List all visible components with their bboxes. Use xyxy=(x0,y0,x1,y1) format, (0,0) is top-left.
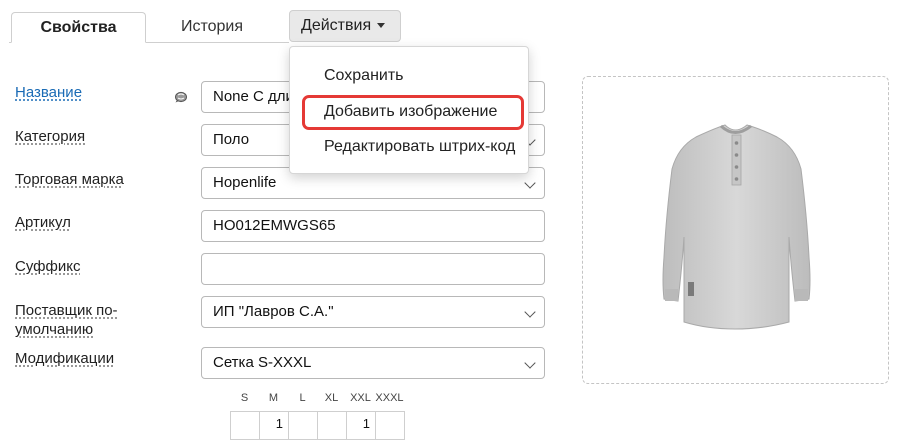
supplier-label: Поставщик по- умолчанию xyxy=(15,301,118,339)
size-qty-m[interactable]: 1 xyxy=(259,411,289,440)
suffix-input[interactable] xyxy=(201,253,545,285)
brand-value: Hopenlife xyxy=(213,174,277,191)
size-header-l: L xyxy=(299,392,306,404)
supplier-label-line1: Поставщик по- xyxy=(15,302,118,319)
tab-bar: Свойства История Действия xyxy=(0,0,899,46)
chevron-down-icon xyxy=(524,177,536,189)
size-header-xxl: XXL xyxy=(350,392,371,404)
suffix-label: Суффикс xyxy=(15,258,81,275)
supplier-value: ИП "Лавров С.А." xyxy=(213,303,334,320)
category-label: Категория xyxy=(15,128,86,145)
tab-properties[interactable]: Свойства xyxy=(11,12,146,43)
modifications-value: Сетка S-XXXL xyxy=(213,354,312,371)
product-image-box[interactable] xyxy=(582,76,889,384)
chevron-down-icon xyxy=(524,306,536,318)
sku-label: Артикул xyxy=(15,214,71,231)
supplier-label-line2: умолчанию xyxy=(15,321,94,338)
size-header-m: M xyxy=(268,392,279,404)
menu-item-edit-barcode[interactable]: Редактировать штрих-код xyxy=(324,138,515,156)
category-value: Поло xyxy=(213,131,250,148)
size-qty-l[interactable] xyxy=(288,411,318,440)
menu-item-save[interactable]: Сохранить xyxy=(324,67,404,85)
size-qty-xxl[interactable]: 1 xyxy=(346,411,376,440)
actions-button-label: Действия xyxy=(301,17,372,34)
brand-label: Торговая марка xyxy=(15,171,124,188)
size-header-xxxl: XXXL xyxy=(375,392,404,404)
supplier-select[interactable]: ИП "Лавров С.А." xyxy=(201,296,545,328)
name-label[interactable]: Название xyxy=(15,84,82,101)
product-shirt-image xyxy=(662,124,811,330)
size-header-xl: XL xyxy=(324,392,339,404)
translate-icon[interactable] xyxy=(174,90,188,104)
actions-menu: Сохранить Добавить изображение Редактиро… xyxy=(289,46,529,174)
size-header-s: S xyxy=(240,392,249,404)
modifications-label: Модификации xyxy=(15,350,115,367)
modifications-select[interactable]: Сетка S-XXXL xyxy=(201,347,545,379)
tab-history[interactable]: История xyxy=(147,12,277,42)
actions-dropdown-button[interactable]: Действия xyxy=(289,10,401,42)
size-qty-s[interactable] xyxy=(230,411,260,440)
menu-item-add-image[interactable]: Добавить изображение xyxy=(324,103,497,121)
sku-input[interactable]: HO012EMWGS65 xyxy=(201,210,545,242)
caret-down-icon xyxy=(377,23,386,29)
chevron-down-icon xyxy=(524,357,536,369)
size-qty-xxxl[interactable] xyxy=(375,411,405,440)
size-qty-xl[interactable] xyxy=(317,411,347,440)
